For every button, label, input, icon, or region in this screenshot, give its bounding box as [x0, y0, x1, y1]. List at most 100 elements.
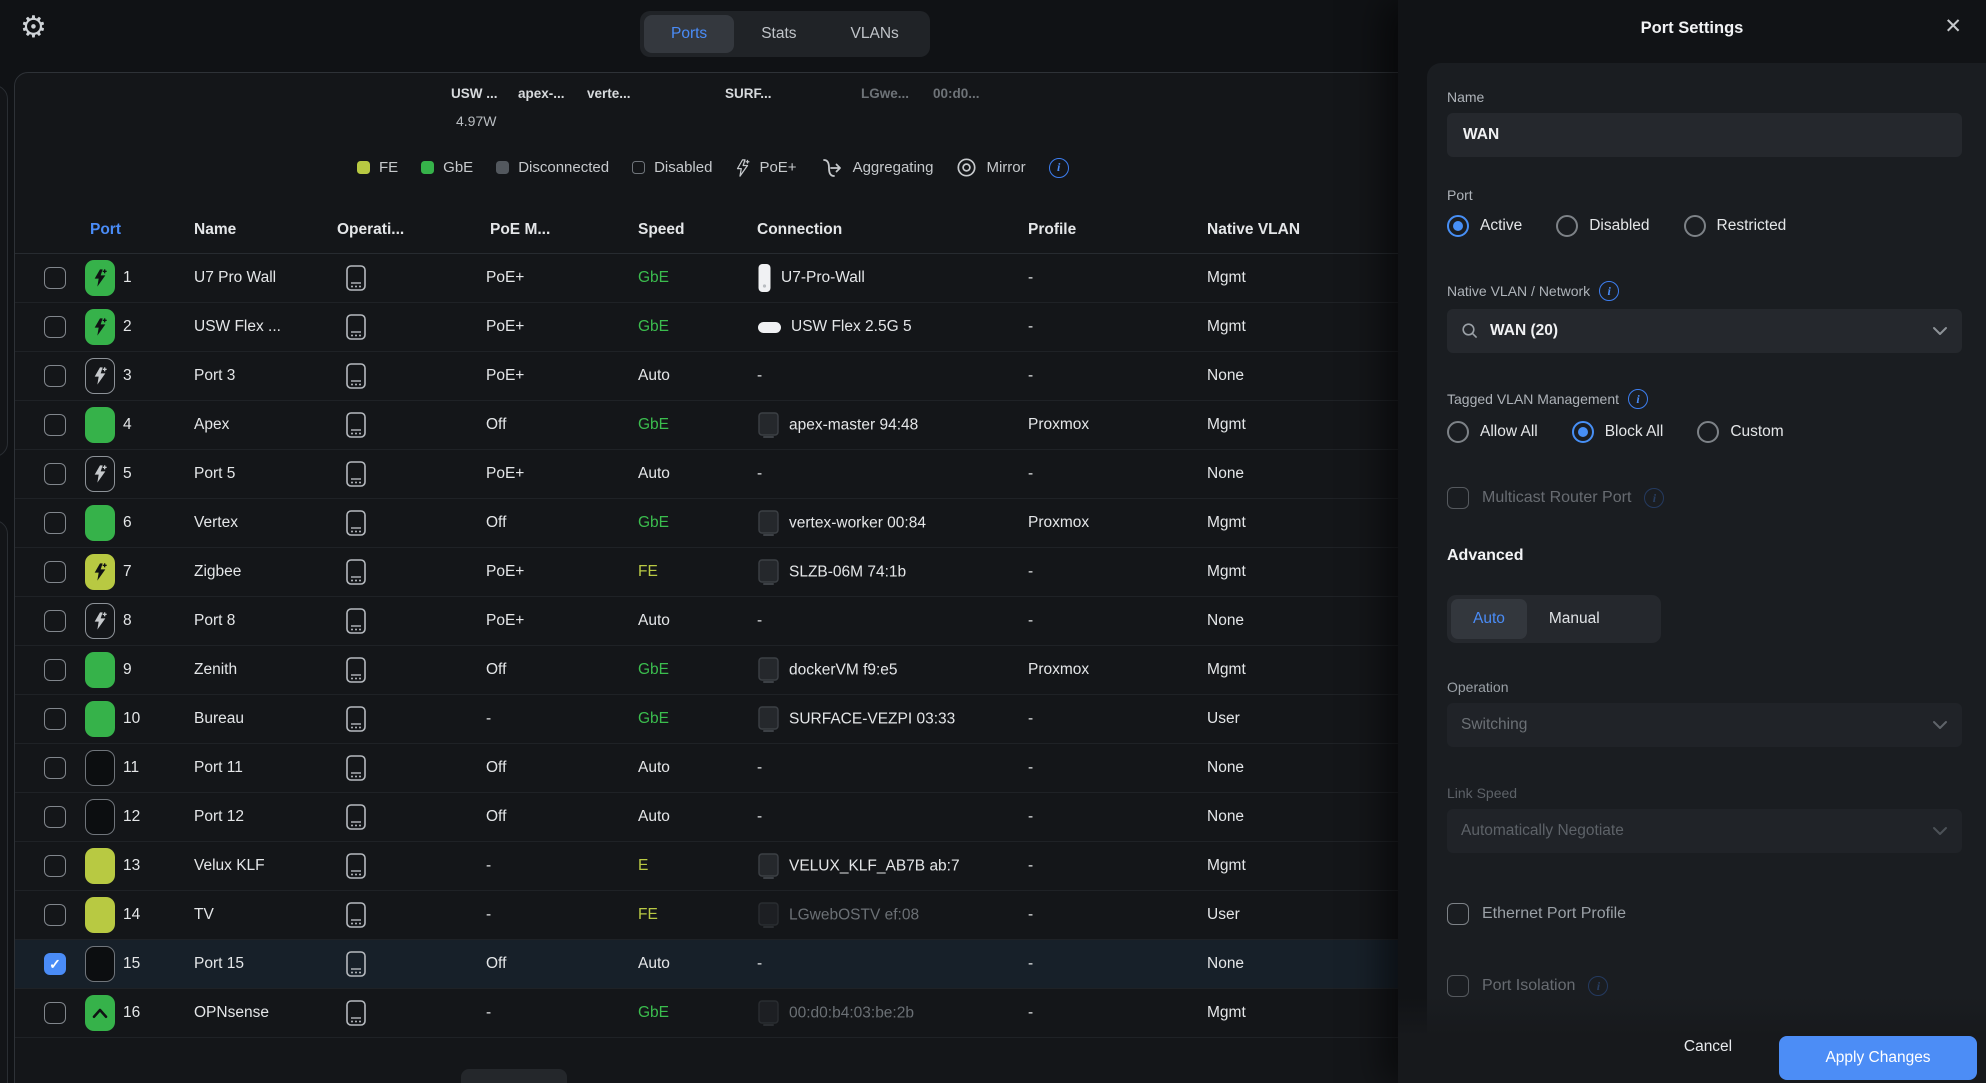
row-checkbox[interactable]: [44, 708, 66, 730]
connection: LGwebOSTV ef:08: [757, 902, 919, 929]
device-port-label: 00:d0...: [933, 86, 980, 101]
info-icon[interactable]: i: [1628, 389, 1648, 409]
port-speed: GbE: [638, 514, 669, 532]
row-checkbox[interactable]: [44, 904, 66, 926]
column-header-profile[interactable]: Profile: [1028, 221, 1076, 239]
radio-disabled[interactable]: Disabled: [1556, 215, 1649, 237]
info-icon[interactable]: i: [1599, 281, 1619, 301]
native-vlan: None: [1207, 808, 1244, 826]
row-checkbox[interactable]: [44, 267, 66, 289]
cancel-button[interactable]: Cancel: [1668, 1025, 1748, 1069]
connection-label: -: [757, 612, 762, 630]
legend-label: GbE: [443, 159, 473, 176]
native-vlan: Mgmt: [1207, 563, 1246, 581]
connection: USW Flex 2.5G 5: [757, 318, 912, 336]
connection: SLZB-06M 74:1b: [757, 559, 906, 586]
column-header-poe-mode[interactable]: PoE M...: [490, 221, 550, 239]
ethernet-port-profile-checkbox[interactable]: Ethernet Port Profile: [1447, 903, 1962, 925]
radio-custom[interactable]: Custom: [1697, 421, 1783, 443]
radio-active[interactable]: Active: [1447, 215, 1522, 237]
row-checkbox[interactable]: [44, 1002, 66, 1024]
legend-label: Disabled: [654, 159, 712, 176]
connection: -: [757, 808, 762, 826]
radio-button-icon: [1556, 215, 1578, 237]
connection: SURFACE-VEZPI 03:33: [757, 706, 955, 733]
info-icon[interactable]: i: [1049, 158, 1069, 178]
row-checkbox[interactable]: [44, 316, 66, 338]
port-name-input[interactable]: WAN: [1447, 113, 1962, 157]
ethernet-port-profile-label: Ethernet Port Profile: [1482, 905, 1626, 923]
column-header-speed[interactable]: Speed: [638, 221, 685, 239]
column-header-port[interactable]: Port: [90, 221, 121, 239]
connection: VELUX_KLF_AB7B ab:7: [757, 853, 960, 880]
row-checkbox[interactable]: [44, 855, 66, 877]
poe-mode: PoE+: [486, 563, 524, 581]
port-speed: GbE: [638, 710, 669, 728]
connection-label: U7-Pro-Wall: [781, 269, 865, 287]
close-icon[interactable]: ✕: [1944, 14, 1962, 39]
port-isolation-checkbox[interactable]: Port Isolation i: [1447, 975, 1962, 997]
legend-label: PoE+: [759, 159, 796, 176]
port-name-value: WAN: [1463, 126, 1499, 144]
segment-auto[interactable]: Auto: [1451, 599, 1527, 639]
column-header-name[interactable]: Name: [194, 221, 236, 239]
aggregating-icon: [820, 158, 844, 178]
port-legend: FEGbEDisconnectedDisabled PoE+ Aggregati…: [357, 157, 1069, 178]
radio-disabled-label: Disabled: [1589, 217, 1649, 235]
native-vlan: Mgmt: [1207, 318, 1246, 336]
poe-mode: Off: [486, 759, 506, 777]
device-port-label: verte...: [587, 86, 631, 101]
poe-bolt-icon: [92, 315, 108, 339]
tab-vlans[interactable]: VLANs: [824, 15, 926, 53]
port-name: Zenith: [194, 661, 237, 679]
row-checkbox[interactable]: [44, 561, 66, 583]
profile: -: [1028, 857, 1033, 875]
poe-mode: Off: [486, 416, 506, 434]
port-speed: GbE: [638, 269, 669, 287]
poe-mode: -: [486, 1004, 491, 1022]
apply-changes-button[interactable]: Apply Changes: [1779, 1036, 1977, 1080]
native-vlan-select[interactable]: WAN (20): [1447, 309, 1962, 353]
row-checkbox[interactable]: [44, 414, 66, 436]
poe-mode: PoE+: [486, 367, 524, 385]
radio-block-all[interactable]: Block All: [1572, 421, 1664, 443]
profile: -: [1028, 759, 1033, 777]
row-checkbox[interactable]: [44, 806, 66, 828]
row-checkbox[interactable]: ✓: [44, 953, 66, 975]
radio-allow-all[interactable]: Allow All: [1447, 421, 1538, 443]
info-icon[interactable]: i: [1644, 488, 1664, 508]
operation-select[interactable]: Switching: [1447, 703, 1962, 747]
info-icon[interactable]: i: [1588, 976, 1608, 996]
port-number: 13: [123, 857, 140, 875]
row-checkbox[interactable]: [44, 659, 66, 681]
profile: Proxmox: [1028, 661, 1089, 679]
tab-ports[interactable]: Ports: [644, 15, 734, 53]
switching-icon: [344, 264, 368, 292]
port-settings-panel: Port Settings ✕ Name WAN Port Active Dis…: [1398, 0, 1986, 1083]
radio-restricted[interactable]: Restricted: [1684, 215, 1787, 237]
background-panel-edge: [0, 85, 8, 457]
tagged-vlan-label: Tagged VLAN Management i: [1447, 389, 1962, 409]
settings-gear-icon[interactable]: ⚙: [20, 13, 47, 43]
row-checkbox[interactable]: [44, 365, 66, 387]
multicast-router-port-checkbox[interactable]: Multicast Router Port i: [1447, 487, 1962, 509]
segment-manual[interactable]: Manual: [1527, 599, 1622, 639]
row-checkbox[interactable]: [44, 610, 66, 632]
link-speed-select[interactable]: Automatically Negotiate: [1447, 809, 1962, 853]
column-header-connection[interactable]: Connection: [757, 221, 842, 239]
connection-label: USW Flex 2.5G 5: [791, 318, 912, 336]
column-header-operation[interactable]: Operati...: [337, 221, 404, 239]
row-checkbox[interactable]: [44, 757, 66, 779]
legend-item: PoE+: [735, 158, 796, 178]
pagination-button-partial[interactable]: [461, 1069, 567, 1083]
connection: 00:d0:b4:03:be:2b: [757, 1000, 914, 1027]
row-checkbox[interactable]: [44, 512, 66, 534]
column-header-native-vlan[interactable]: Native VLAN: [1207, 221, 1300, 239]
port-number: 1: [123, 269, 132, 287]
native-vlan: User: [1207, 710, 1240, 728]
background-panel-edge: [0, 520, 8, 1083]
client-device-icon: [757, 706, 780, 733]
tab-stats[interactable]: Stats: [734, 15, 823, 53]
radio-button-icon: [1697, 421, 1719, 443]
row-checkbox[interactable]: [44, 463, 66, 485]
